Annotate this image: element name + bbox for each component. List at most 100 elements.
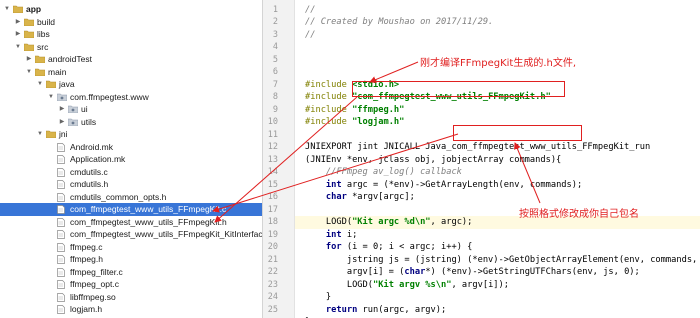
- folder-icon: [35, 68, 45, 76]
- code-line[interactable]: }: [305, 291, 331, 304]
- tree-item-label: src: [37, 41, 49, 52]
- tree-folder-item[interactable]: ▶ ui: [0, 103, 262, 116]
- tree-file-item[interactable]: ffmpeg_opt.c: [0, 278, 262, 291]
- tree-item-label: main: [48, 66, 67, 77]
- code-editor[interactable]: 1 2 3 4 5 6 7 8 9 10 11 12 13 14 15 16 17 18 19 20 21 22 23 24 2…: [263, 0, 700, 318]
- code-token: , argc);: [430, 217, 473, 227]
- code-line[interactable]: char *argv[argc];: [305, 191, 415, 204]
- code-token: "ffmpeg.h": [352, 104, 405, 115]
- annotation-header-file: 刚才编译FFmpegKit生成的.h文件,: [420, 58, 577, 69]
- line-number: 20: [267, 242, 278, 252]
- tree-folder-item[interactable]: ▼ jni: [0, 128, 262, 141]
- tree-item-label: utils: [81, 116, 97, 127]
- code-line[interactable]: #include "ffmpeg.h": [305, 104, 404, 117]
- folder-icon: [24, 30, 34, 38]
- code-token: *argv[argc];: [346, 192, 415, 202]
- file-icon: [57, 155, 65, 164]
- expanded-arrow-icon[interactable]: ▼: [36, 78, 44, 91]
- code-token: //: [305, 4, 316, 15]
- line-number: 14: [267, 167, 278, 177]
- tree-folder-item[interactable]: ▼ java: [0, 78, 262, 91]
- code-token: #include: [305, 117, 353, 127]
- code-token: char: [404, 267, 426, 277]
- folder-icon: [46, 130, 56, 138]
- collapsed-arrow-icon[interactable]: ▶: [14, 28, 22, 41]
- code-token: "logjam.h": [352, 117, 405, 127]
- tree-file-item[interactable]: libffmpeg.so: [0, 291, 262, 304]
- code-token: int: [325, 229, 342, 240]
- code-line[interactable]: LOGD("Kit argv %s\n", argv[i]);: [305, 279, 509, 292]
- tree-folder-item[interactable]: ▼ app: [0, 3, 262, 16]
- header-include-highlight-box: [352, 81, 565, 97]
- tree-folder-item[interactable]: ▼ com.ffmpegtest.www: [0, 91, 262, 104]
- collapsed-arrow-icon[interactable]: ▶: [14, 16, 22, 29]
- code-line[interactable]: (JNIEnv *env, jclass obj, jobjectArray c…: [305, 154, 561, 167]
- tree-file-item[interactable]: logjam.h: [0, 303, 262, 316]
- code-token: JNIEXPORT jint JNICALL Java_com_ffmpegte…: [305, 142, 651, 152]
- code-line[interactable]: //: [305, 4, 315, 17]
- code-line[interactable]: return run(argc, argv);: [305, 304, 446, 317]
- code-line[interactable]: int argc = (*env)->GetArrayLength(env, c…: [305, 179, 582, 192]
- tree-folder-item[interactable]: ▶ utils: [0, 116, 262, 129]
- code-line[interactable]: //: [305, 29, 315, 42]
- tree-file-item[interactable]: cmdutils_common_opts.h: [0, 191, 262, 204]
- file-icon: [57, 192, 65, 202]
- collapsed-arrow-icon[interactable]: ▶: [58, 103, 66, 116]
- tree-file-item[interactable]: ffmpeg.h: [0, 253, 262, 266]
- line-number: 9: [272, 104, 278, 115]
- tree-item-label: cmdutils_common_opts.h: [70, 191, 167, 202]
- code-line[interactable]: int i;: [305, 229, 357, 242]
- tree-file-item[interactable]: ffmpeg.c: [0, 241, 262, 254]
- code-line[interactable]: LOGD("Kit argc %d\n", argc);: [305, 216, 472, 229]
- tree-file-item[interactable]: com_ffmpegtest_www_utils_FFmpegKit.c: [0, 203, 262, 216]
- code-token: run(argc, argv);: [357, 304, 447, 315]
- code-line[interactable]: for (i = 0; i < argc; i++) {: [305, 241, 472, 254]
- tree-folder-item[interactable]: ▶ build: [0, 16, 262, 29]
- tree-file-item[interactable]: com_ffmpegtest_www_utils_FFmpegKit_KitIn…: [0, 228, 262, 241]
- code-line[interactable]: argv[i] = (char*) (*env)->GetStringUTFCh…: [305, 266, 640, 279]
- line-number: 21: [267, 254, 278, 265]
- code-line[interactable]: // Created by Moushao on 2017/11/29.: [305, 16, 493, 29]
- tree-item-label: ffmpeg_filter.c: [70, 266, 123, 277]
- tree-file-item[interactable]: Application.mk: [0, 153, 262, 166]
- tree-file-item[interactable]: cmdutils.c: [0, 166, 262, 179]
- tree-file-item[interactable]: ffmpeg_filter.c: [0, 266, 262, 279]
- file-icon: [57, 305, 65, 314]
- code-token: #include: [305, 92, 353, 102]
- code-token: jstring js = (jstring) (*env)->GetObject…: [305, 254, 700, 265]
- tree-item-label: build: [37, 16, 55, 27]
- file-icon: [57, 142, 65, 152]
- code-token: //FFmpeg av_log() callback: [305, 167, 462, 177]
- expanded-arrow-icon[interactable]: ▼: [25, 66, 33, 79]
- code-line[interactable]: #include "logjam.h": [305, 116, 404, 129]
- tree-folder-item[interactable]: ▶ androidTest: [0, 53, 262, 66]
- code-token: LOGD(: [305, 279, 373, 290]
- tree-item-label: ui: [81, 104, 88, 114]
- code-line[interactable]: //FFmpeg av_log() callback: [305, 166, 462, 179]
- collapsed-arrow-icon[interactable]: ▶: [58, 116, 66, 129]
- code-token: i;: [341, 229, 358, 240]
- expanded-arrow-icon[interactable]: ▼: [47, 91, 55, 104]
- line-number: 22: [267, 267, 278, 277]
- expanded-arrow-icon[interactable]: ▼: [36, 128, 44, 141]
- tree-file-item[interactable]: cmdutils.h: [0, 178, 262, 191]
- tree-folder-item[interactable]: ▼ src: [0, 41, 262, 54]
- line-number: 2: [272, 17, 278, 27]
- tree-item-label: cmdutils.c: [70, 166, 108, 177]
- tree-file-item[interactable]: com_ffmpegtest_www_utils_FFmpegKit.h: [0, 216, 262, 229]
- tree-folder-item[interactable]: ▼ main: [0, 66, 262, 79]
- code-line[interactable]: jstring js = (jstring) (*env)->GetObject…: [305, 254, 700, 267]
- file-icon: [57, 217, 65, 227]
- code-token: char: [325, 192, 347, 202]
- line-number-gutter: 1 2 3 4 5 6 7 8 9 10 11 12 13 14 15 16 17 18 19 20 21 22 23 24 2…: [263, 0, 295, 318]
- tree-item-label: Android.mk: [70, 141, 113, 152]
- line-number: 12: [267, 142, 278, 152]
- collapsed-arrow-icon[interactable]: ▶: [25, 53, 33, 66]
- expanded-arrow-icon[interactable]: ▼: [14, 41, 22, 54]
- folder-icon: [46, 80, 56, 88]
- expanded-arrow-icon[interactable]: ▼: [3, 3, 11, 16]
- tree-file-item[interactable]: Android.mk: [0, 141, 262, 154]
- code-line[interactable]: JNIEXPORT jint JNICALL Java_com_ffmpegte…: [305, 141, 650, 154]
- tree-folder-item[interactable]: ▶ libs: [0, 28, 262, 41]
